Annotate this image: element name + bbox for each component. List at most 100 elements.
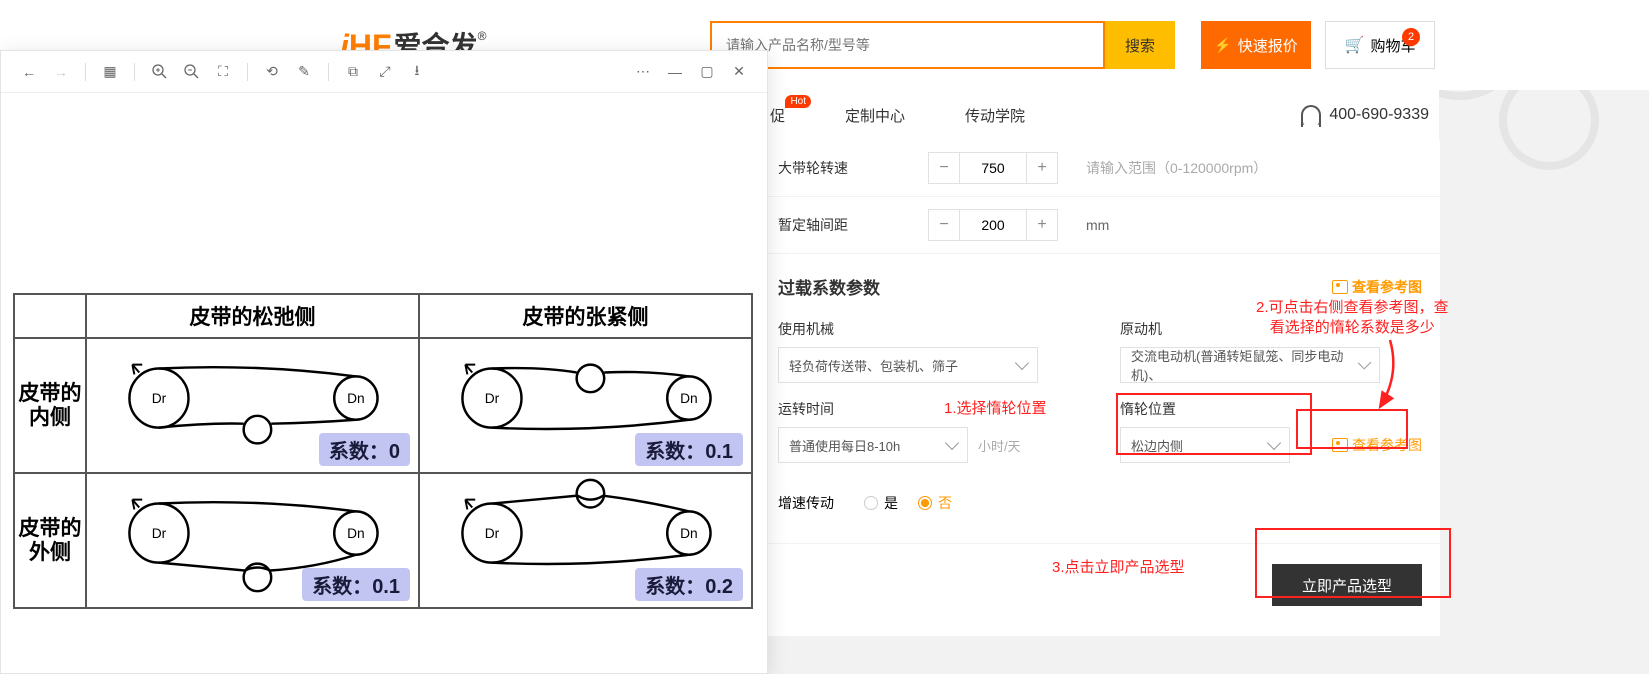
chevron-down-icon	[1267, 436, 1281, 450]
nav-custom[interactable]: 定制中心	[845, 105, 905, 126]
label-runtime: 运转时间	[778, 399, 1080, 419]
stepper-minus[interactable]: −	[928, 152, 960, 184]
phone-number: 400-690-9339	[1301, 105, 1429, 125]
viewer-toolbar: ← → ▦ ⛶ ⟲ ✎ ⧉ ⤢ ⭳ ⋯ — ▢ ✕	[1, 51, 767, 93]
quick-quote-button[interactable]: ⚡ 快速报价	[1201, 21, 1311, 69]
main-nav: 促 Hot 定制中心 传动学院 400-690-9339	[760, 90, 1439, 140]
svg-text:Dr: Dr	[485, 391, 500, 406]
col-header-slack: 皮带的松弛侧	[86, 294, 419, 338]
field-runtime: 运转时间 普通使用每日8-10h 小时/天	[778, 399, 1080, 463]
search-button[interactable]: 搜索	[1105, 21, 1175, 69]
image-icon	[1332, 438, 1348, 452]
row-speedup: 增速传动 是 否	[760, 483, 1440, 533]
stepper-shaft-distance: − +	[928, 209, 1058, 241]
section-overload-params: 过载系数参数 查看参考图	[760, 254, 1440, 311]
coeff-badge: 系数：0.1	[302, 568, 410, 601]
maximize-icon[interactable]: ▢	[693, 58, 721, 86]
select-motor[interactable]: 交流电动机(普通转矩鼠笼、同步电动机)、	[1120, 347, 1380, 383]
coefficient-diagram-table: 皮带的松弛侧 皮带的张紧侧 皮带的内侧 Dr Dn 系数：0	[13, 293, 753, 609]
radio-circle-icon	[864, 496, 878, 510]
select-machine[interactable]: 轻负荷传送带、包装机、筛子	[778, 347, 1038, 383]
select-idler[interactable]: 松边内侧	[1120, 427, 1290, 463]
cart-badge: 2	[1402, 28, 1420, 46]
svg-text:Dr: Dr	[485, 526, 500, 541]
copy-icon[interactable]: ⧉	[339, 58, 367, 86]
row-header-outside: 皮带的外侧	[14, 473, 86, 608]
stepper-large-pulley-speed: − +	[928, 152, 1058, 184]
hot-badge: Hot	[785, 95, 811, 108]
zoom-out-icon[interactable]	[177, 58, 205, 86]
param-grid: 使用机械 轻负荷传送带、包装机、筛子 原动机 交流电动机(普通转矩鼠笼、同步电动…	[760, 311, 1440, 483]
radio-no[interactable]: 否	[918, 493, 952, 513]
image-viewer-window: ← → ▦ ⛶ ⟲ ✎ ⧉ ⤢ ⭳ ⋯ — ▢ ✕ 皮带的松弛侧 皮带的张紧侧 …	[0, 50, 768, 674]
form-footer: 立即产品选型	[760, 543, 1440, 636]
search-box: 搜索	[710, 21, 1175, 69]
fullscreen-icon[interactable]: ⤢	[371, 58, 399, 86]
chevron-down-icon	[945, 436, 959, 450]
unit-mm: mm	[1086, 217, 1109, 233]
nav-academy[interactable]: 传动学院	[965, 105, 1025, 126]
more-icon[interactable]: ⋯	[629, 58, 657, 86]
back-icon[interactable]: ←	[15, 58, 43, 86]
nav-promo[interactable]: 促 Hot	[770, 105, 785, 126]
submit-selection-button[interactable]: 立即产品选型	[1272, 564, 1422, 606]
svg-text:Dr: Dr	[152, 526, 167, 541]
label-motor: 原动机	[1120, 319, 1422, 339]
edit-icon[interactable]: ✎	[290, 58, 318, 86]
field-machine: 使用机械 轻负荷传送带、包装机、筛子	[778, 319, 1080, 383]
label-idler: 惰轮位置	[1120, 399, 1422, 419]
quote-label: 快速报价	[1238, 35, 1298, 56]
cell-slack-inside: Dr Dn 系数：0	[86, 338, 419, 473]
stepper-minus[interactable]: −	[928, 209, 960, 241]
cart-icon: 🛒	[1345, 35, 1365, 55]
select-runtime[interactable]: 普通使用每日8-10h	[778, 427, 968, 463]
runtime-hint: 小时/天	[978, 436, 1021, 455]
svg-text:Dn: Dn	[680, 526, 698, 541]
label-shaft-distance: 暂定轴间距	[778, 215, 928, 235]
search-input[interactable]	[710, 21, 1105, 69]
minimize-icon[interactable]: —	[661, 58, 689, 86]
label-large-pulley-speed: 大带轮转速	[778, 158, 928, 178]
field-idler-position: 惰轮位置 松边内侧 查看参考图	[1120, 399, 1422, 463]
bolt-icon: ⚡	[1214, 37, 1231, 54]
hint-speed-range: 请输入范围（0-120000rpm）	[1086, 158, 1267, 178]
stepper-plus[interactable]: +	[1026, 152, 1058, 184]
row-shaft-distance: 暂定轴间距 − + mm	[760, 197, 1440, 254]
image-icon	[1332, 280, 1348, 294]
svg-text:Dn: Dn	[347, 526, 365, 541]
stepper-input[interactable]	[960, 209, 1026, 241]
coeff-badge: 系数：0.2	[635, 568, 743, 601]
form-panel: 大带轮转速 − + 请输入范围（0-120000rpm） 暂定轴间距 − + m…	[760, 140, 1440, 636]
cart-button[interactable]: 🛒 购物车 2	[1325, 21, 1435, 69]
download-icon[interactable]: ⭳	[403, 58, 431, 86]
svg-text:Dr: Dr	[152, 391, 167, 406]
radio-yes[interactable]: 是	[864, 493, 898, 513]
view-reference-link-idler[interactable]: 查看参考图	[1332, 435, 1422, 455]
close-icon[interactable]: ✕	[725, 58, 753, 86]
fit-icon[interactable]: ⛶	[209, 58, 237, 86]
forward-icon[interactable]: →	[47, 58, 75, 86]
cell-tight-outside: Dr Dn 系数：0.2	[419, 473, 752, 608]
view-reference-link-top[interactable]: 查看参考图	[1332, 277, 1422, 297]
radio-circle-icon	[918, 496, 932, 510]
headset-icon	[1301, 105, 1321, 125]
stepper-input[interactable]	[960, 152, 1026, 184]
label-speedup: 增速传动	[778, 493, 834, 513]
row-header-inside: 皮带的内侧	[14, 338, 86, 473]
logo-registered: ®	[478, 29, 487, 43]
label-machine: 使用机械	[778, 319, 1080, 339]
coeff-badge: 系数：0.1	[635, 433, 743, 466]
row-large-pulley-speed: 大带轮转速 − + 请输入范围（0-120000rpm）	[760, 140, 1440, 197]
svg-text:Dn: Dn	[347, 391, 365, 406]
grid-icon[interactable]: ▦	[96, 58, 124, 86]
stepper-plus[interactable]: +	[1026, 209, 1058, 241]
zoom-in-icon[interactable]	[145, 58, 173, 86]
col-header-tight: 皮带的张紧侧	[419, 294, 752, 338]
cell-slack-outside: Dr Dn 系数：0.1	[86, 473, 419, 608]
svg-text:Dn: Dn	[680, 391, 698, 406]
coeff-badge: 系数：0	[319, 433, 410, 466]
cell-tight-inside: Dr Dn 系数：0.1	[419, 338, 752, 473]
chevron-down-icon	[1015, 356, 1029, 370]
rotate-icon[interactable]: ⟲	[258, 58, 286, 86]
field-motor: 原动机 交流电动机(普通转矩鼠笼、同步电动机)、	[1120, 319, 1422, 383]
